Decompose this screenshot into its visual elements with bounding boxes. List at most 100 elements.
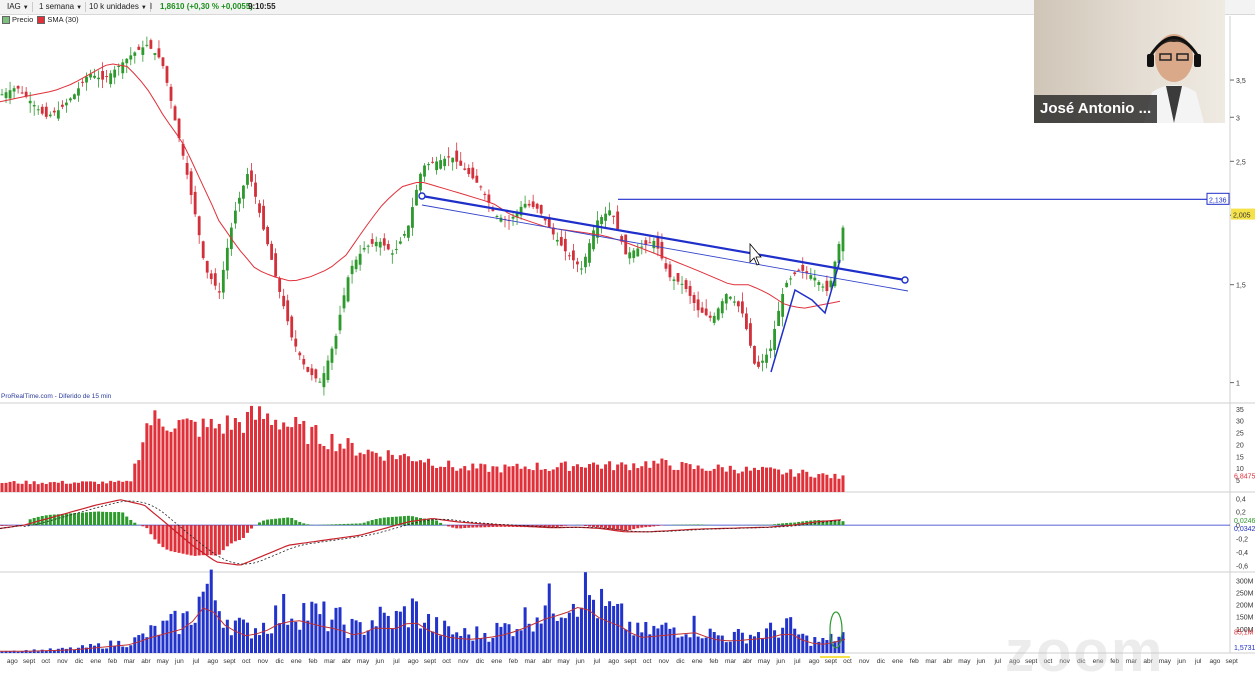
candle xyxy=(238,198,241,204)
volume2-bar xyxy=(161,621,164,653)
volume-bar xyxy=(781,474,784,492)
volume2-bar xyxy=(274,605,277,653)
volume2-bar xyxy=(697,637,700,653)
macd-bar xyxy=(351,524,354,525)
macd-bar xyxy=(121,512,124,525)
volume2-bar xyxy=(399,612,402,653)
volume-bar xyxy=(258,406,261,492)
x-tick-label: ene xyxy=(291,658,302,665)
volume2-bar xyxy=(395,611,398,653)
candle xyxy=(568,255,571,256)
candle xyxy=(817,282,820,285)
macd-bar xyxy=(258,522,261,525)
volume2-bar xyxy=(568,613,571,653)
candle xyxy=(141,47,144,55)
volume2-bars xyxy=(1,570,845,653)
candle xyxy=(813,278,816,281)
candle xyxy=(717,308,720,319)
candle xyxy=(407,226,410,238)
macd-bar xyxy=(483,525,486,527)
volume-bar xyxy=(282,422,285,492)
volume2-bar xyxy=(564,618,567,653)
candle xyxy=(745,313,748,329)
volume-bar xyxy=(61,481,64,492)
volume2-bar xyxy=(202,592,205,653)
volume-bar xyxy=(664,460,667,492)
x-tick-label: may xyxy=(357,658,370,665)
y-tick-label: -0,2 xyxy=(1236,537,1248,544)
volume-bar xyxy=(745,467,748,492)
volume2-bar xyxy=(588,595,591,653)
volume-bars xyxy=(1,406,845,492)
volume2-bar xyxy=(403,606,406,653)
volume-bar xyxy=(278,429,281,492)
y-tick-label: 10 xyxy=(1236,466,1244,473)
macd-bar xyxy=(475,525,478,527)
volume-bar xyxy=(174,428,177,492)
volume-bar xyxy=(149,425,152,492)
candle xyxy=(467,168,470,174)
candle xyxy=(793,272,796,274)
x-tick-label: jun xyxy=(174,658,184,665)
volume-bar xyxy=(234,418,237,492)
volume2-bar xyxy=(813,637,816,653)
candle xyxy=(214,273,217,285)
macd-bar xyxy=(556,525,559,527)
volume-bar xyxy=(520,469,523,492)
volume2-bar xyxy=(298,630,301,653)
x-tick-label: oct xyxy=(843,658,852,665)
x-tick-label: may xyxy=(758,658,771,665)
volume-bar xyxy=(636,468,639,492)
x-tick-label: may xyxy=(157,658,170,665)
candle xyxy=(463,169,466,170)
volume2-bar xyxy=(556,621,559,653)
volume-bar xyxy=(805,472,808,492)
webcam-tile[interactable]: José Antonio ... xyxy=(1034,0,1225,123)
candle xyxy=(395,249,398,250)
volume-bar xyxy=(572,466,575,492)
mouse-cursor-icon xyxy=(750,244,761,265)
candle xyxy=(387,244,390,249)
macd-bar xyxy=(113,512,116,525)
macd-bar xyxy=(833,521,836,525)
candle xyxy=(483,194,486,195)
x-tick-label: nov xyxy=(659,658,670,665)
volume-bar xyxy=(508,467,511,492)
volume2-bar xyxy=(729,642,732,653)
volume2-bar xyxy=(745,643,748,653)
volume-bar xyxy=(785,473,788,492)
volume2-bar xyxy=(717,635,720,653)
volume2-bar xyxy=(419,628,422,653)
macd-bar xyxy=(153,525,156,539)
volume2-bar xyxy=(705,638,708,653)
y-tick-label: 3,5 xyxy=(1236,78,1246,85)
candle xyxy=(383,238,386,245)
volume2-bar xyxy=(520,630,523,653)
volume-bar xyxy=(17,484,20,492)
volume-bar xyxy=(274,420,277,492)
candle xyxy=(789,278,792,279)
x-tick-label: sept xyxy=(825,658,837,665)
volume-bar xyxy=(77,483,80,492)
x-tick-label: jul xyxy=(392,658,400,665)
macd-bar xyxy=(93,512,96,525)
volume-bar xyxy=(532,470,535,492)
volume-bar xyxy=(580,467,583,492)
macd-bar xyxy=(262,521,265,526)
x-tick-label: mar xyxy=(525,658,537,665)
candle xyxy=(210,273,213,279)
candle xyxy=(427,164,430,165)
candle xyxy=(608,210,611,215)
volume-bar xyxy=(705,471,708,492)
macd-bar xyxy=(278,518,281,525)
macd-bar xyxy=(455,525,458,528)
resistance-label: 2,136 xyxy=(1209,197,1227,204)
x-tick-label: may xyxy=(958,658,971,665)
macd-bar xyxy=(157,525,160,544)
volume-bar xyxy=(528,469,531,492)
volume-bar xyxy=(512,466,515,492)
macd-bar xyxy=(133,523,136,525)
candle xyxy=(323,373,326,387)
volume2-bar xyxy=(254,628,257,653)
candle xyxy=(246,174,249,185)
